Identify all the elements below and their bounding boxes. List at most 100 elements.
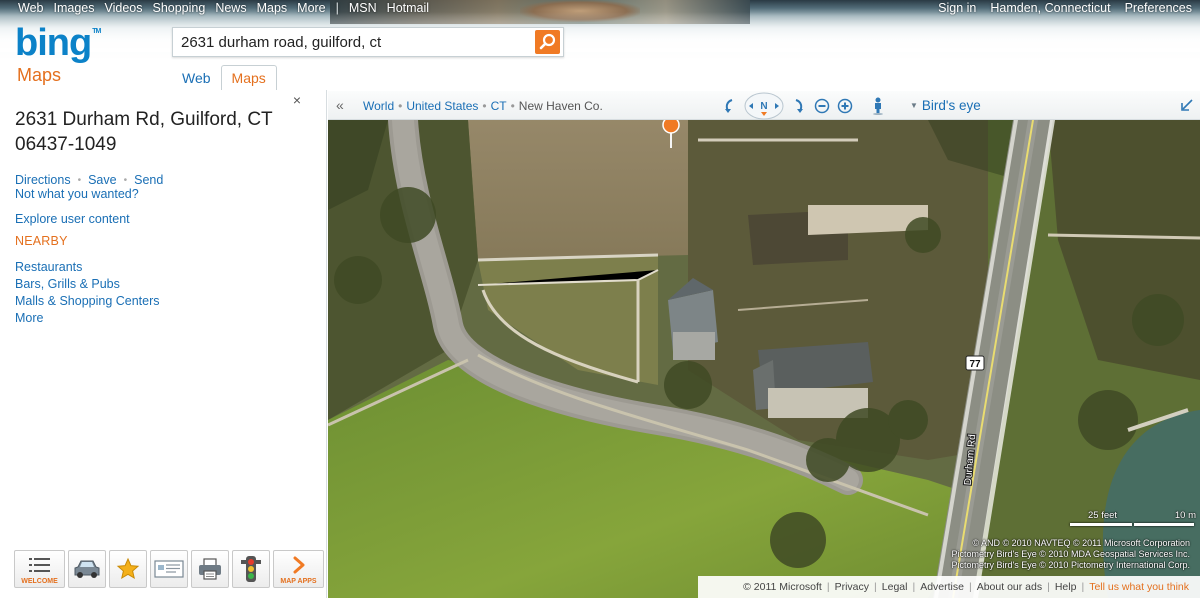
attribution-line: Pictometry Bird's Eye © 2010 MDA Geospat… <box>951 549 1190 559</box>
attribution-line: Pictometry Bird's Eye © 2010 Pictometry … <box>951 560 1190 570</box>
zoom-out-button[interactable] <box>813 97 831 115</box>
footer-separator: | <box>874 581 877 593</box>
about-ads-link[interactable]: About our ads <box>977 581 1042 593</box>
route-shield-label: 77 <box>969 359 981 370</box>
nav-msn[interactable]: MSN <box>349 1 377 15</box>
breadcrumb-united-states[interactable]: United States <box>406 99 478 113</box>
scale-feet-label: 25 feet <box>1088 510 1118 521</box>
map-pin-icon <box>662 120 680 148</box>
breadcrumb-new-haven: New Haven Co. <box>518 99 603 113</box>
top-nav-right: Sign in Hamden, Connecticut Preferences <box>938 0 1192 16</box>
action-separator: • <box>77 174 82 186</box>
map-toolbar: « World • United States • CT • New Haven… <box>328 91 1200 120</box>
chevron-right-icon <box>293 556 304 573</box>
preferences-link[interactable]: Preferences <box>1125 1 1192 15</box>
card-icon <box>154 560 184 578</box>
footer: © 2011 Microsoft | Privacy | Legal | Adv… <box>698 576 1200 598</box>
send-link[interactable]: Send <box>134 173 163 187</box>
nav-separator: | <box>335 1 339 15</box>
address-line-2: 06437-1049 <box>15 134 117 155</box>
compass-n-label: N <box>760 101 767 112</box>
directions-button[interactable] <box>68 550 106 588</box>
bing-logo-tm: TM <box>92 28 101 35</box>
footer-separator: | <box>968 581 972 593</box>
nav-more[interactable]: More <box>297 1 325 15</box>
printer-icon <box>199 558 221 580</box>
search-button[interactable] <box>535 30 560 54</box>
breadcrumb-separator: • <box>482 99 487 113</box>
map-canvas[interactable]: 77 Durham Rd 25 feet 10 m © AND © 2010 N… <box>328 120 1200 598</box>
explore-user-content-link[interactable]: Explore user content <box>15 212 130 226</box>
section-title: Maps <box>17 65 62 85</box>
nearby-malls-link[interactable]: Malls & Shopping Centers <box>15 293 160 310</box>
map-nav-controls: N <box>720 92 887 120</box>
star-icon <box>116 557 140 580</box>
save-link[interactable]: Save <box>88 173 117 187</box>
search-box <box>172 27 564 57</box>
nav-hotmail[interactable]: Hotmail <box>387 1 429 15</box>
bing-maps-page: Web Images Videos Shopping News Maps Mor… <box>0 0 1200 598</box>
rotate-left-button[interactable] <box>720 97 738 115</box>
nearby-restaurants-link[interactable]: Restaurants <box>15 259 160 276</box>
nearby-bars-link[interactable]: Bars, Grills & Pubs <box>15 276 160 293</box>
nearby-more-link[interactable]: More <box>15 310 160 327</box>
list-icon <box>28 557 50 572</box>
location-pin[interactable] <box>661 120 681 152</box>
nav-maps[interactable]: Maps <box>257 1 288 15</box>
privacy-link[interactable]: Privacy <box>835 581 869 593</box>
attribution-line: © AND © 2010 NAVTEQ © 2011 Microsoft Cor… <box>972 538 1190 548</box>
footer-separator: | <box>1081 581 1085 593</box>
search-input[interactable] <box>173 28 533 56</box>
nav-images[interactable]: Images <box>53 1 94 15</box>
traffic-button[interactable] <box>232 550 270 588</box>
breadcrumb-ct[interactable]: CT <box>491 99 507 113</box>
welcome-button[interactable]: WELCOME <box>14 550 65 588</box>
person-icon <box>873 97 883 115</box>
tab-web[interactable]: Web <box>172 65 221 90</box>
traffic-light-icon <box>241 556 261 582</box>
tab-maps[interactable]: Maps <box>220 65 277 90</box>
address-actions: Directions • Save • Send <box>15 173 163 187</box>
action-separator: • <box>123 174 128 186</box>
view-mode-dropdown[interactable]: ▼ Bird's eye <box>910 98 981 113</box>
map-apps-label: MAP APPS <box>280 578 317 585</box>
scale-feet-bar <box>1070 523 1132 526</box>
streetside-button[interactable] <box>869 97 887 115</box>
rotate-right-button[interactable] <box>790 97 808 115</box>
map-apps-button[interactable]: MAP APPS <box>273 550 324 588</box>
business-card-button[interactable] <box>150 550 188 588</box>
expand-map-button[interactable] <box>1180 98 1194 117</box>
print-button[interactable] <box>191 550 229 588</box>
nearby-heading: NEARBY <box>15 234 68 248</box>
breadcrumb-separator: • <box>398 99 403 113</box>
location-link[interactable]: Hamden, Connecticut <box>990 1 1110 15</box>
bing-logo[interactable]: bing TM <box>15 22 101 66</box>
legal-link[interactable]: Legal <box>882 581 908 593</box>
header: Web Images Videos Shopping News Maps Mor… <box>0 0 1200 90</box>
scale-bar: 25 feet 10 m <box>1066 510 1196 530</box>
search-icon <box>539 33 556 50</box>
nav-shopping[interactable]: Shopping <box>152 1 205 15</box>
close-icon[interactable]: × <box>290 93 304 107</box>
feedback-link[interactable]: Tell us what you think <box>1089 581 1189 593</box>
sign-in-link[interactable]: Sign in <box>938 1 976 15</box>
nav-news[interactable]: News <box>215 1 246 15</box>
directions-link[interactable]: Directions <box>15 173 71 187</box>
compass-control[interactable]: N <box>743 92 785 120</box>
nav-web[interactable]: Web <box>18 1 43 15</box>
help-link[interactable]: Help <box>1055 581 1077 593</box>
advertise-link[interactable]: Advertise <box>920 581 964 593</box>
scale-meters-label: 10 m <box>1174 510 1196 521</box>
address-line-1: 2631 Durham Rd, Guilford, CT <box>15 109 273 130</box>
not-what-you-wanted-link[interactable]: Not what you wanted? <box>15 187 139 201</box>
address-title: 2631 Durham Rd, Guilford, CT 06437-1049 <box>15 107 295 157</box>
bing-logo-text: bing <box>15 22 92 64</box>
nav-videos[interactable]: Videos <box>104 1 142 15</box>
nearby-list: Restaurants Bars, Grills & Pubs Malls & … <box>15 259 160 327</box>
favorites-button[interactable] <box>109 550 147 588</box>
rotate-right-icon <box>795 99 803 113</box>
zoom-in-button[interactable] <box>836 97 854 115</box>
collapse-panel-button[interactable]: « <box>336 97 344 113</box>
zoom-out-icon <box>814 98 830 114</box>
breadcrumb-world[interactable]: World <box>363 99 394 113</box>
